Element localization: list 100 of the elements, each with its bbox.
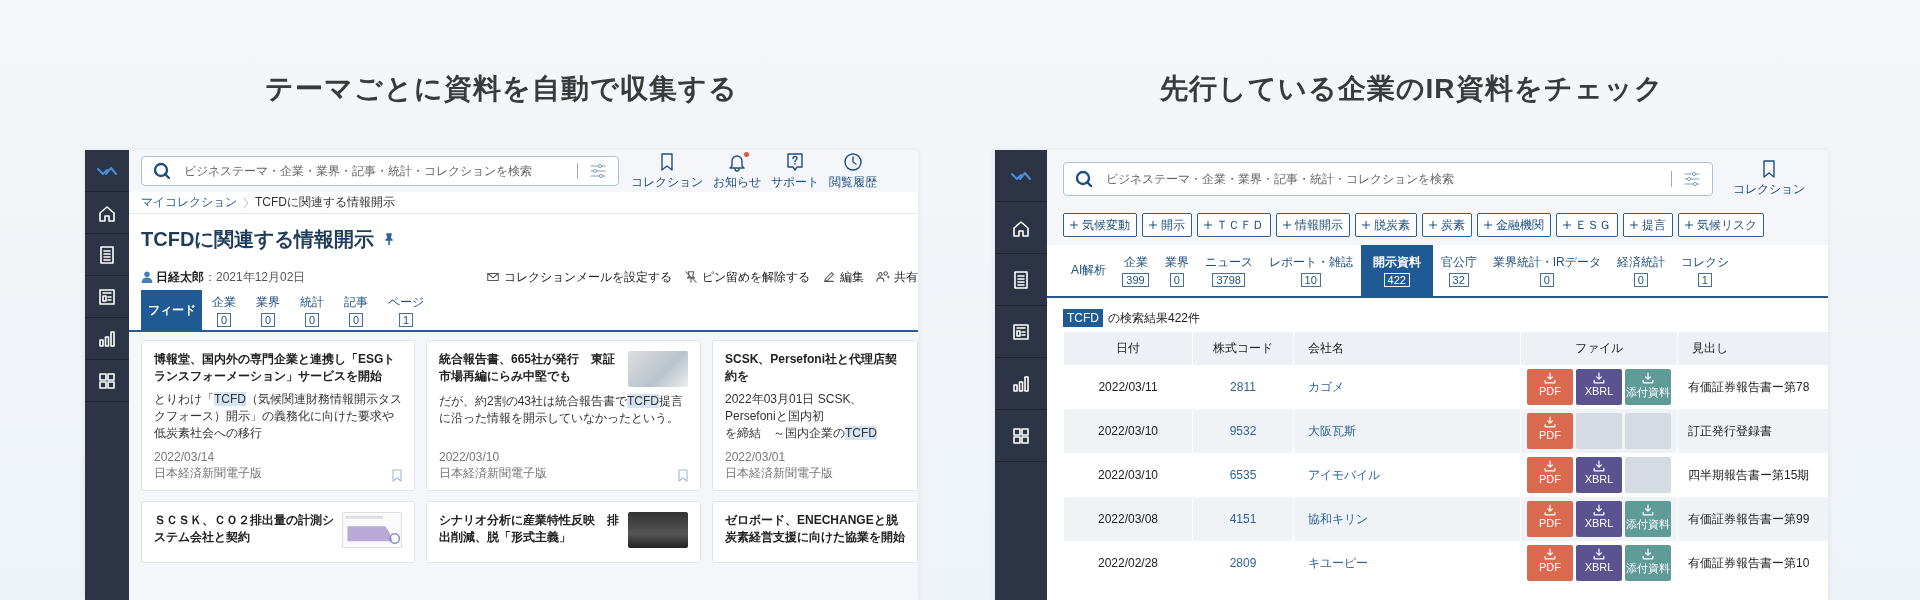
- grid-icon[interactable]: [1011, 425, 1031, 446]
- keyword-tag[interactable]: ＥＳＧ: [1556, 213, 1618, 237]
- download-button[interactable]: XBRL: [1576, 545, 1622, 581]
- keyword-tag[interactable]: 炭素: [1422, 213, 1472, 237]
- column-header: 見出し: [1678, 332, 1828, 365]
- tab[interactable]: 開示資料 422: [1360, 245, 1433, 296]
- article-title: ＳＣＳＫ、ＣＯ２排出量の計測システム会社と契約: [154, 512, 334, 546]
- nav-button[interactable]: 閲覧履歴: [829, 151, 877, 191]
- action-button[interactable]: 共有: [876, 268, 918, 286]
- company-link[interactable]: キユーピー: [1308, 555, 1368, 570]
- keyword-tag[interactable]: 金融機関: [1477, 213, 1551, 237]
- tab[interactable]: 企業 0: [202, 290, 246, 330]
- keyword-tag[interactable]: 提言: [1623, 213, 1673, 237]
- date-cell: 2022/03/08: [1064, 497, 1192, 541]
- pin-icon[interactable]: [384, 233, 395, 245]
- keyword-tag[interactable]: 情報開示: [1276, 213, 1350, 237]
- headline-cell-text: 有価証券報告書ー第10: [1687, 554, 1811, 572]
- stock-code-link[interactable]: 9532: [1229, 424, 1257, 438]
- search-input[interactable]: ビジネステーマ・企業・業界・記事・統計・コレクションを検索: [1104, 170, 1661, 187]
- article-card[interactable]: 統合報告書、665社が発行 東証市場再編にらみ中堅でも だが、約2割の43社は統合報告書でTCFD提言に沿った情報を開示していなかったという。 2022/03/10 日本経済新聞電子版: [426, 340, 701, 491]
- document-icon[interactable]: [1011, 269, 1031, 290]
- stock-code-link[interactable]: 4151: [1229, 512, 1257, 526]
- article-card[interactable]: SCSK、Persefoni社と代理店契約を 2022年03月01日 SCSK、Persefoniと国内初 を締結 ～国内企業のTCFD 2022/03/01 日本経済新聞電子版: [712, 340, 918, 491]
- action-button[interactable]: 編集: [822, 268, 864, 286]
- article-card[interactable]: ゼロボード、ENECHANGEと脱炭素経営支援に向けた協業を開始: [712, 501, 918, 563]
- tab[interactable]: 業界 0: [246, 290, 290, 330]
- keyword-tag[interactable]: 開示: [1142, 213, 1192, 237]
- keyword-tag[interactable]: 気候変動: [1063, 213, 1137, 237]
- keyword-tag[interactable]: ＴＣＦＤ: [1197, 213, 1271, 237]
- column-header: 株式コード: [1193, 332, 1293, 365]
- action-button[interactable]: コレクションメールを設定する: [486, 268, 672, 286]
- headline-cell: 訂正発行登録書: [1678, 409, 1828, 453]
- download-icon: [1642, 548, 1654, 560]
- date-cell: 2022/03/10: [1064, 409, 1192, 453]
- clock-icon: [843, 151, 863, 172]
- keyword-tag[interactable]: 気候リスク: [1678, 213, 1764, 237]
- company-link[interactable]: 大阪瓦斯: [1308, 423, 1356, 438]
- download-icon: [1544, 504, 1556, 516]
- tab[interactable]: 企業 399: [1114, 245, 1157, 296]
- column-header: ファイル: [1521, 332, 1677, 365]
- tab[interactable]: ニュース 3798: [1196, 245, 1261, 296]
- pin-off-icon: [684, 270, 698, 284]
- article-title: 統合報告書、665社が発行 東証市場再編にらみ中堅でも: [439, 351, 617, 385]
- document-icon[interactable]: [97, 244, 117, 265]
- tab[interactable]: AI解析: [1063, 245, 1115, 296]
- article-date: 2022/03/10: [439, 450, 501, 464]
- nav-button[interactable]: サポート: [771, 151, 819, 191]
- user-icon: [141, 271, 153, 283]
- date-cell-text: 2022/03/11: [1097, 379, 1159, 396]
- article-title: SCSK、Persefoni社と代理店契約を: [725, 351, 899, 385]
- article-snippet: 2022年03月01日 SCSK、Persefoniと国内初 を締結 ～国内企業のTCFD: [725, 391, 878, 442]
- plus-icon: [1484, 221, 1492, 229]
- tab[interactable]: ページ 1: [378, 290, 434, 330]
- tab[interactable]: 経済統計 0: [1608, 245, 1673, 296]
- chevron-right-icon: [243, 196, 249, 209]
- company-link[interactable]: カゴメ: [1308, 379, 1344, 394]
- action-button[interactable]: ピン留めを解除する: [684, 268, 810, 286]
- newspaper-icon[interactable]: [97, 286, 117, 307]
- search-input[interactable]: ビジネステーマ・企業・業界・記事・統計・コレクションを検索: [182, 163, 567, 179]
- nav-button[interactable]: コレクション: [1733, 159, 1805, 198]
- company-link[interactable]: アイモバイル: [1308, 467, 1380, 482]
- tab[interactable]: 統計 0: [290, 290, 334, 330]
- tab[interactable]: 業界統計・IRデータ 0: [1484, 245, 1609, 296]
- plus-icon: [1563, 221, 1571, 229]
- stock-code-link[interactable]: 6535: [1229, 468, 1257, 482]
- download-button[interactable]: XBRL: [1576, 501, 1622, 537]
- download-button[interactable]: XBRL: [1576, 457, 1622, 493]
- tab[interactable]: レポート・雑誌 10: [1260, 245, 1361, 296]
- article-card[interactable]: 博報堂、国内外の専門企業と連携し「ESGトランスフォーメーション」サービスを開始 とりわけ「TCFD（気候関連財務情報開示タスクフォース）開示」の義務化に向けた要求や低炭素社会への移行 2022/03/14 日本経済新聞電子版: [141, 340, 415, 491]
- article-snippet: だが、約2割の43社は統合報告書でTCFD提言に沿った情報を開示していなかったという。: [439, 393, 685, 427]
- headline-cell-text: 有価証券報告書ー第78: [1687, 378, 1811, 396]
- stock-code-link[interactable]: 2809: [1229, 556, 1257, 570]
- breadcrumb-link[interactable]: マイコレクション: [141, 194, 237, 211]
- section-heading: 先行している企業のIR資料をチェック: [1158, 72, 1665, 106]
- tab[interactable]: 業界 0: [1156, 245, 1197, 296]
- plus-icon: [1429, 221, 1437, 229]
- nav-button[interactable]: コレクション: [631, 151, 703, 191]
- article-card[interactable]: シナリオ分析に産業特性反映 排出削減、脱「形式主義」: [426, 501, 701, 563]
- bar-chart-icon[interactable]: [97, 328, 117, 349]
- article-card[interactable]: ＳＣＳＫ、ＣＯ２排出量の計測システム会社と契約: [141, 501, 415, 563]
- bar-chart-icon[interactable]: [1011, 373, 1031, 394]
- stock-code-link[interactable]: 2811: [1230, 380, 1256, 394]
- company-link[interactable]: 協和キリン: [1308, 511, 1368, 526]
- filter-sliders-icon[interactable]: [588, 161, 608, 181]
- download-button[interactable]: XBRL: [1576, 369, 1622, 405]
- tab[interactable]: 記事 0: [334, 290, 378, 330]
- tab[interactable]: 官公庁 32: [1432, 245, 1485, 296]
- nav-button[interactable]: お知らせ: [713, 151, 761, 191]
- download-icon: [1642, 372, 1654, 384]
- keyword-tag[interactable]: 脱炭素: [1355, 213, 1417, 237]
- people-icon: [876, 270, 890, 284]
- search-bar[interactable]: ビジネステーマ・企業・業界・記事・統計・コレクションを検索: [1063, 161, 1713, 196]
- tab[interactable]: フィード: [141, 290, 202, 330]
- grid-icon[interactable]: [97, 370, 117, 391]
- pencil-icon: [822, 270, 836, 284]
- plus-icon: [1149, 221, 1157, 229]
- newspaper-icon[interactable]: [1011, 321, 1031, 342]
- tab[interactable]: コレクシ 1: [1672, 245, 1737, 296]
- download-icon: [1544, 548, 1556, 560]
- search-bar[interactable]: ビジネステーマ・企業・業界・記事・統計・コレクションを検索: [141, 156, 619, 186]
